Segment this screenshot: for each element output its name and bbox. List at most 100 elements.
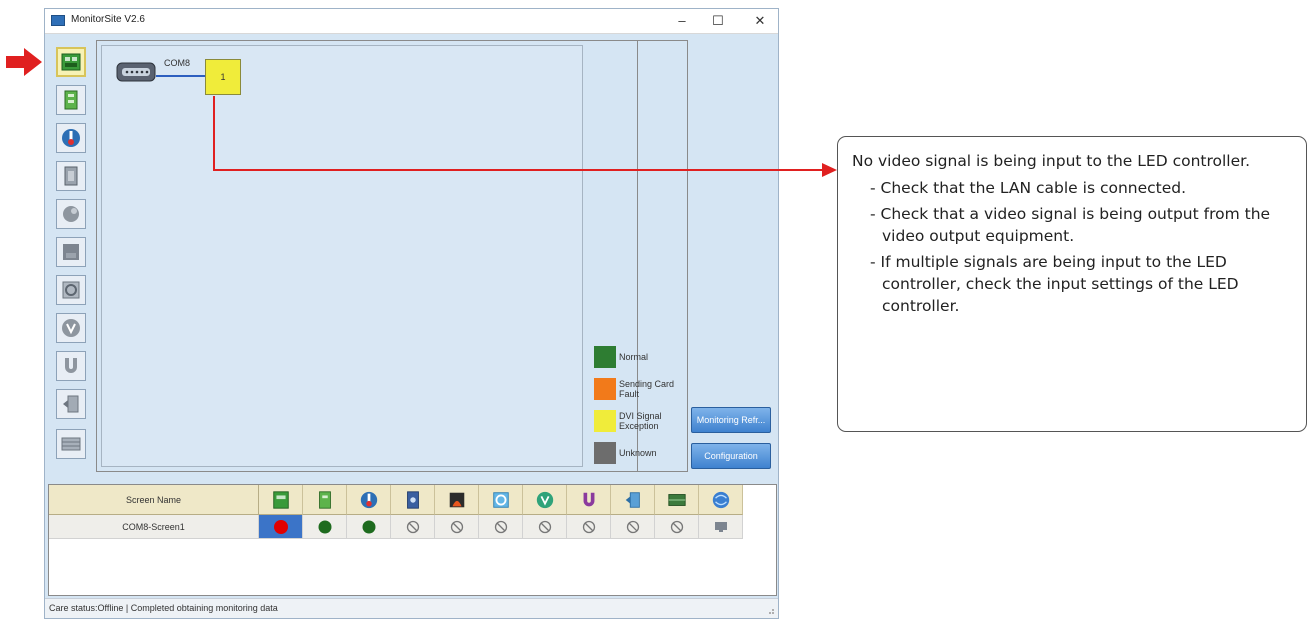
status-humidity-cell[interactable] (391, 515, 435, 539)
status-magnet-cell[interactable] (567, 515, 611, 539)
callout-checklist: - Check that the LAN cable is connected.… (852, 177, 1292, 317)
temperature-icon (360, 491, 377, 508)
sending-card-icon (61, 53, 81, 71)
legend-unknown-label: Unknown (619, 448, 657, 458)
callout-main-text: No video signal is being input to the LE… (852, 152, 1251, 170)
toolbar-receiving-card-button[interactable] (56, 85, 86, 115)
status-sending-card-cell[interactable] (259, 515, 303, 539)
toolbar-module-button[interactable] (56, 429, 86, 459)
col-door-header (611, 485, 655, 515)
monitorsite-window: MonitorSite V2.6 – ☐ ✕ COM8 1 Normal Sen… (44, 8, 779, 619)
col-voltage-header (523, 485, 567, 515)
callout-item: - Check that a video signal is being out… (870, 205, 1271, 245)
not-available-icon (582, 520, 595, 533)
col-humidity-header (391, 485, 435, 515)
callout-arrowhead-icon (822, 163, 837, 177)
callout-item: - Check that the LAN cable is connected. (870, 179, 1187, 197)
close-button[interactable]: ✕ (746, 11, 774, 31)
magnet-icon (65, 358, 77, 373)
toolbar-smoke-button[interactable] (56, 199, 86, 229)
app-icon (51, 15, 65, 26)
monitor-icon (714, 521, 727, 532)
fire-icon (63, 244, 79, 260)
module-icon (667, 493, 686, 506)
door-icon (63, 395, 79, 413)
legend-sending-card-fault-label: Sending Card Fault (619, 379, 675, 399)
fan-icon (62, 281, 80, 299)
legend-normal-label: Normal (619, 352, 649, 362)
minimize-button[interactable]: – (668, 11, 696, 31)
col-network-header (699, 485, 743, 515)
receiving-card-icon (318, 490, 331, 509)
col-receiving-card-header (303, 485, 347, 515)
topology-canvas: COM8 1 (101, 45, 583, 467)
toolbar-fan-button[interactable] (56, 275, 86, 305)
status-voltage-cell[interactable] (523, 515, 567, 539)
humidity-icon (406, 490, 419, 509)
com-port-label: COM8 (164, 58, 191, 68)
not-available-icon (450, 520, 463, 533)
voltage-icon (536, 491, 553, 508)
topology-panel: COM8 1 Normal Sending Card Fault DVI Sig… (96, 40, 688, 472)
toolbar-voltage-button[interactable] (56, 313, 86, 343)
toolbar-fire-button[interactable] (56, 237, 86, 267)
legend-dvi-signal-exception-swatch (594, 410, 616, 432)
panel-divider (637, 41, 638, 471)
status-fan-cell[interactable] (479, 515, 523, 539)
status-module-cell[interactable] (655, 515, 699, 539)
status-smoke-cell[interactable] (435, 515, 479, 539)
humidity-icon (64, 166, 78, 186)
status-receiving-card-cell[interactable] (303, 515, 347, 539)
monitoring-refresh-button[interactable]: Monitoring Refr... (691, 407, 771, 433)
smoke-icon (63, 206, 79, 222)
col-module-header (655, 485, 699, 515)
not-available-icon (626, 520, 639, 533)
not-available-icon (670, 520, 683, 533)
col-sending-card-header (259, 485, 303, 515)
serial-port-icon[interactable] (116, 60, 156, 84)
status-bar: Care status:Offline | Completed obtainin… (45, 598, 778, 618)
toolbar-magnet-button[interactable] (56, 351, 86, 381)
magnet-icon (583, 492, 594, 506)
receiving-card-icon (64, 90, 78, 110)
toolbar-sending-card-button[interactable] (56, 47, 86, 77)
col-temperature-header (347, 485, 391, 515)
resize-grip-icon[interactable] (765, 605, 775, 615)
status-network-cell[interactable] (699, 515, 743, 539)
temperature-icon (62, 129, 80, 147)
fan-icon (492, 491, 509, 508)
legend-normal-swatch (594, 346, 616, 368)
screen-name-cell[interactable]: COM8-Screen1 (49, 515, 259, 539)
not-available-icon (406, 520, 419, 533)
screen-name-header: Screen Name (49, 485, 259, 515)
legend-dvi-signal-exception-label: DVI Signal Exception (619, 411, 662, 431)
sending-card-icon (272, 490, 289, 509)
led-controller-node[interactable]: 1 (205, 59, 241, 95)
status-green-indicator-icon (318, 520, 331, 533)
toolbar-humidity-button[interactable] (56, 161, 86, 191)
toolbar-door-button[interactable] (56, 389, 86, 419)
explanation-callout: No video signal is being input to the LE… (837, 136, 1307, 432)
callout-item: - If multiple signals are being input to… (870, 253, 1239, 315)
status-door-cell[interactable] (611, 515, 655, 539)
connection-line (156, 75, 206, 77)
legend-sending-card-fault-swatch (594, 378, 616, 400)
not-available-icon (538, 520, 551, 533)
legend-unknown-swatch (594, 442, 616, 464)
configuration-button[interactable]: Configuration (691, 443, 771, 469)
col-fan-header (479, 485, 523, 515)
not-available-icon (494, 520, 507, 533)
voltage-icon (62, 319, 80, 337)
module-icon (61, 437, 81, 451)
title-bar: MonitorSite V2.6 – ☐ ✕ (45, 9, 778, 34)
col-smoke-header (435, 485, 479, 515)
maximize-button[interactable]: ☐ (704, 11, 732, 31)
red-pointer-arrow-icon (6, 48, 42, 76)
col-magnet-header (567, 485, 611, 515)
smoke-icon (449, 492, 464, 507)
toolbar-temperature-button[interactable] (56, 123, 86, 153)
window-title: MonitorSite V2.6 (71, 14, 145, 25)
status-red-indicator-icon (273, 519, 288, 534)
screen-status-table: Screen Name COM8-Screen1 (48, 484, 777, 596)
status-temperature-cell[interactable] (347, 515, 391, 539)
